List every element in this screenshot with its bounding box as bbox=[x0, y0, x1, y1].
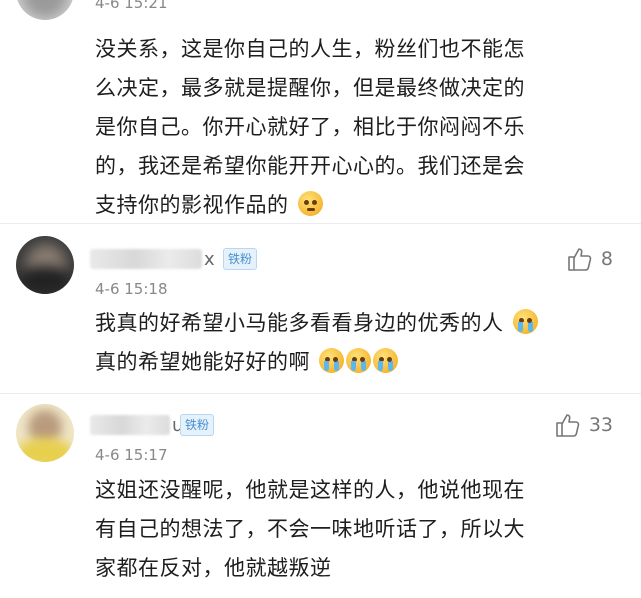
like-count: 8 bbox=[600, 248, 613, 270]
divider bbox=[0, 223, 641, 224]
comment-text: 我真的好希望小马能多看看身边的优秀的人 真的希望她能好好的啊 bbox=[95, 304, 615, 382]
like-button[interactable]: 33 bbox=[555, 412, 613, 438]
thumbs-up-icon bbox=[556, 414, 580, 437]
comment-time: 4-6 15:17 bbox=[95, 446, 168, 464]
fan-badge: 铁粉 bbox=[223, 248, 258, 270]
comment-item: u 铁粉 33 4-6 15:17 这姐还没醒呢，他就是这样的人，他说他现在 有… bbox=[0, 404, 641, 598]
thumbs-up-icon bbox=[568, 248, 592, 271]
avatar[interactable] bbox=[16, 404, 74, 462]
comment-text: 这姐还没醒呢，他就是这样的人，他说他现在 有自己的想法了，不会一味地听话了，所以… bbox=[95, 478, 525, 580]
commenter-name[interactable]: u bbox=[90, 412, 183, 438]
commenter-name[interactable]: x bbox=[90, 246, 215, 272]
fan-badge: 铁粉 bbox=[180, 414, 215, 436]
comment-time: 4-6 15:21 bbox=[95, 0, 168, 12]
comment-item: 4-6 15:21 没关系，这是你自己的人生，粉丝们也不能怎 么决定，最多就是提… bbox=[0, 0, 641, 220]
meh-face-icon bbox=[297, 191, 323, 216]
comment-text: 没关系，这是你自己的人生，粉丝们也不能怎 么决定，最多就是提醒你，但是最终做决定… bbox=[95, 37, 525, 217]
comment-time: 4-6 15:18 bbox=[95, 280, 168, 298]
crying-face-icon bbox=[319, 348, 345, 373]
divider bbox=[0, 393, 641, 394]
crying-face-icon bbox=[512, 309, 538, 334]
comment-item: x 铁粉 8 4-6 15:18 我真的好希望小马能多看看身边的优秀的人 真的希… bbox=[0, 236, 641, 386]
like-count: 33 bbox=[588, 414, 613, 436]
crying-face-icon bbox=[346, 348, 372, 373]
avatar[interactable] bbox=[16, 0, 74, 20]
crying-face-icon bbox=[373, 348, 399, 373]
avatar[interactable] bbox=[16, 236, 74, 294]
like-button[interactable]: 8 bbox=[567, 246, 613, 272]
